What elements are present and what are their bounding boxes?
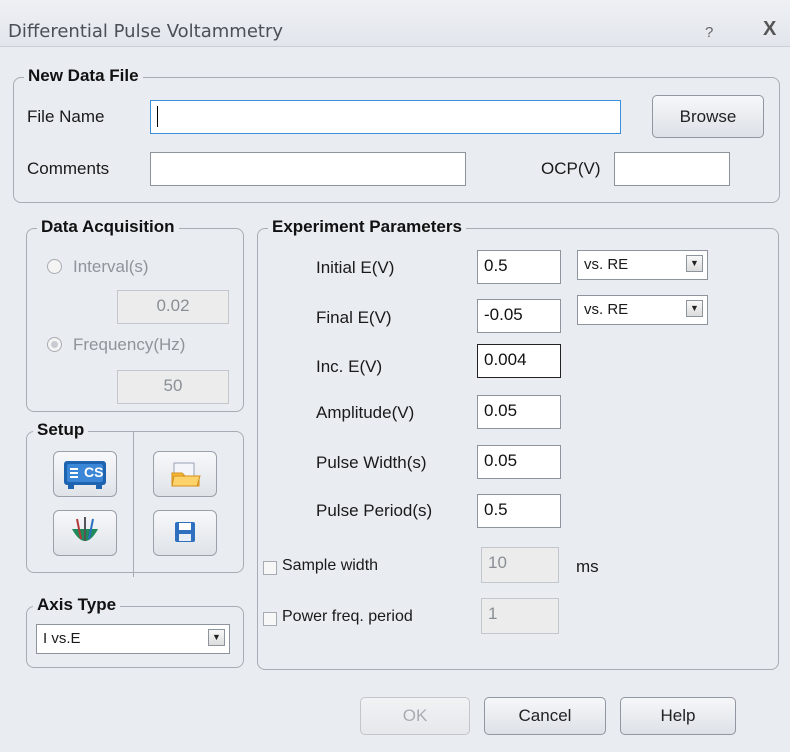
chevron-down-icon[interactable]: ▼ <box>686 255 703 272</box>
pulse-width-input[interactable]: 0.05 <box>477 445 561 479</box>
close-icon[interactable]: X <box>763 18 776 41</box>
final-e-ref-value: vs. RE <box>584 301 629 318</box>
inc-e-label: Inc. E(V) <box>316 357 383 376</box>
sample-width-unit: ms <box>576 557 599 576</box>
axis-type-legend: Axis Type <box>33 595 121 615</box>
pulse-period-label: Pulse Period(s) <box>316 501 433 520</box>
text-cursor <box>157 106 158 127</box>
ocp-input[interactable] <box>614 152 730 186</box>
sample-width-input[interactable]: 10 <box>481 547 559 583</box>
amplitude-input[interactable]: 0.05 <box>477 395 561 429</box>
data-acquisition-legend: Data Acquisition <box>37 217 179 237</box>
final-e-ref-select[interactable]: vs. RE ▼ <box>577 295 708 325</box>
frequency-radio[interactable] <box>47 337 62 352</box>
cs-instrument-text: CS <box>84 464 104 480</box>
final-e-label: Final E(V) <box>316 308 392 327</box>
electrode-icon <box>72 517 98 541</box>
initial-e-ref-value: vs. RE <box>584 256 629 273</box>
power-freq-checkbox[interactable] <box>263 612 277 626</box>
title-bar: Differential Pulse Voltammetry ? X <box>0 0 790 47</box>
cancel-button[interactable]: Cancel <box>484 697 606 735</box>
initial-e-ref-select[interactable]: vs. RE ▼ <box>577 250 708 280</box>
setup-legend: Setup <box>33 420 89 440</box>
save-button[interactable] <box>153 510 217 556</box>
cs-instrument-button[interactable]: CS <box>53 451 117 497</box>
file-name-label: File Name <box>27 107 105 126</box>
open-folder-icon <box>171 462 201 487</box>
ocp-label: OCP(V) <box>541 159 601 178</box>
frequency-input[interactable]: 50 <box>117 370 229 404</box>
comments-label: Comments <box>27 159 110 178</box>
ok-button[interactable]: OK <box>360 697 470 735</box>
save-disk-icon <box>175 522 195 542</box>
initial-e-label: Initial E(V) <box>316 258 395 277</box>
frequency-label: Frequency(Hz) <box>73 335 186 354</box>
help-button[interactable]: Help <box>620 697 736 735</box>
chevron-down-icon[interactable]: ▼ <box>686 300 703 317</box>
chevron-down-icon[interactable]: ▼ <box>208 629 225 646</box>
axis-type-select[interactable]: I vs.E ▼ <box>36 624 230 654</box>
power-freq-input[interactable]: 1 <box>481 598 559 634</box>
comments-input[interactable] <box>150 152 466 186</box>
pulse-period-input[interactable]: 0.5 <box>477 494 561 528</box>
open-file-button[interactable] <box>153 451 217 497</box>
final-e-input[interactable]: -0.05 <box>477 299 561 333</box>
amplitude-label: Amplitude(V) <box>316 403 415 422</box>
window-title: Differential Pulse Voltammetry <box>8 21 284 42</box>
browse-button[interactable]: Browse <box>652 95 764 138</box>
axis-type-value: I vs.E <box>43 630 81 647</box>
sample-width-checkbox[interactable] <box>263 561 277 575</box>
power-freq-label: Power freq. period <box>282 608 413 625</box>
inc-e-input[interactable]: 0.004 <box>477 344 561 378</box>
file-name-input[interactable] <box>150 100 621 134</box>
help-icon[interactable]: ? <box>705 24 713 41</box>
interval-label: Interval(s) <box>73 257 149 276</box>
interval-input[interactable]: 0.02 <box>117 290 229 324</box>
sample-width-label: Sample width <box>282 557 379 574</box>
initial-e-input[interactable]: 0.5 <box>477 250 561 284</box>
setup-divider <box>133 432 134 577</box>
experiment-parameters-legend: Experiment Parameters <box>268 217 466 237</box>
electrode-button[interactable] <box>53 510 117 556</box>
pulse-width-label: Pulse Width(s) <box>316 453 427 472</box>
interval-radio[interactable] <box>47 259 62 274</box>
new-data-file-legend: New Data File <box>24 66 143 86</box>
